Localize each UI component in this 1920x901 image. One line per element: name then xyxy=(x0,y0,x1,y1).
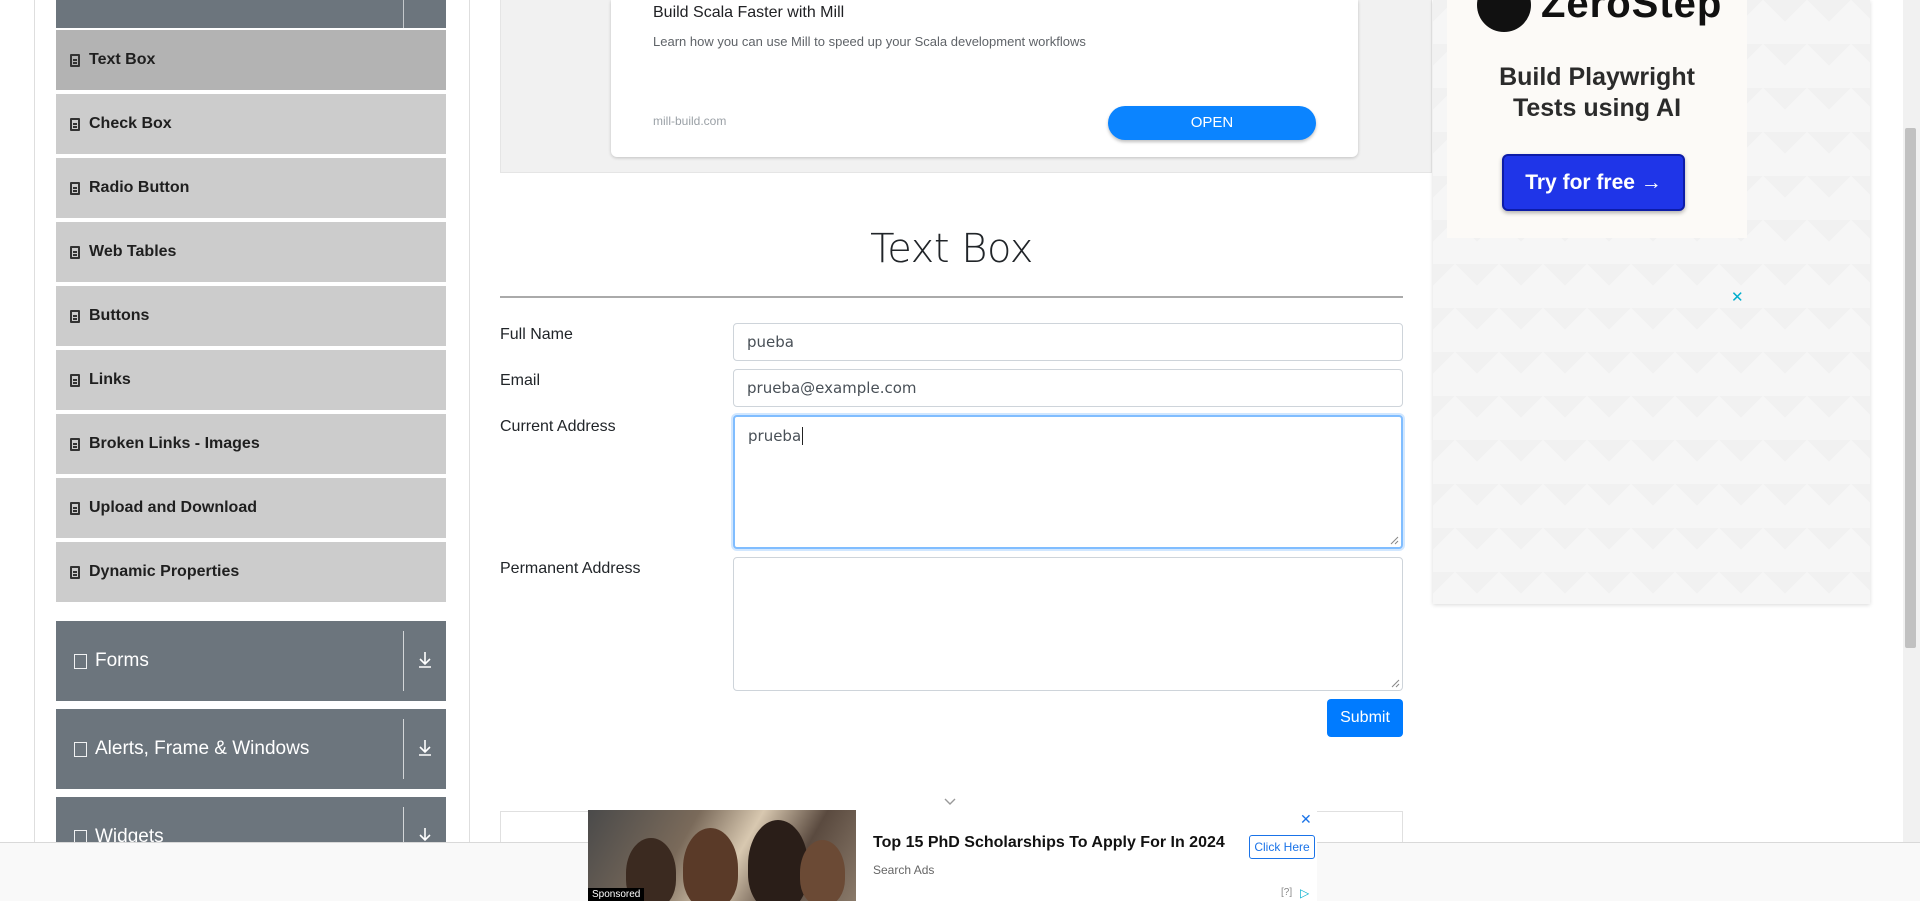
permanent-address-textarea[interactable] xyxy=(733,557,1403,691)
permanent-address-label: Permanent Address xyxy=(500,560,641,577)
sidebar-item-text-box[interactable]: Text Box xyxy=(56,30,446,92)
forms-icon xyxy=(74,653,87,669)
html-icon xyxy=(70,373,80,387)
zerostep-headline: Build Playwright Tests using AI xyxy=(1447,62,1747,124)
ad-top-card[interactable]: Build Scala Faster with Mill Learn how y… xyxy=(611,0,1358,157)
sidebar-item-label: Text Box xyxy=(89,51,156,68)
frame-divider-left xyxy=(34,0,35,842)
ad-source: Search Ads xyxy=(873,863,935,877)
email-label: Email xyxy=(500,372,541,389)
sidebar-item-label: Web Tables xyxy=(89,243,177,260)
scrollbar-thumb[interactable] xyxy=(1905,128,1916,648)
html-icon xyxy=(70,437,80,451)
close-icon[interactable]: ✕ xyxy=(1300,811,1312,828)
html-icon xyxy=(70,501,80,515)
email-input[interactable]: prueba@example.com xyxy=(733,369,1403,407)
page: Text Box Check Box Radio Button Web Tabl… xyxy=(0,0,1920,901)
sidebar-item-label: Buttons xyxy=(89,307,150,324)
ad-title[interactable]: Build Scala Faster with Mill xyxy=(653,4,844,22)
full-name-input[interactable]: pueba xyxy=(733,323,1403,361)
sponsored-badge: Sponsored xyxy=(588,888,645,901)
sidebar-item-web-tables[interactable]: Web Tables xyxy=(56,222,446,284)
html-icon xyxy=(70,245,80,259)
sidebar-item-radio-button[interactable]: Radio Button xyxy=(56,158,446,220)
resize-handle-icon[interactable] xyxy=(1389,535,1399,545)
zerostep-logo-icon xyxy=(1477,0,1531,32)
sidebar-item-label: Links xyxy=(89,371,131,388)
sponsored-ad[interactable]: Sponsored Top 15 PhD Scholarships To App… xyxy=(588,810,1317,901)
download-arrow-icon[interactable] xyxy=(414,651,436,673)
current-address-value: prueba xyxy=(748,427,802,445)
html-icon xyxy=(70,117,80,131)
zerostep-brand: ZeroStep xyxy=(1541,0,1723,26)
sidebar-item-label: Dynamic Properties xyxy=(89,563,240,580)
html-icon xyxy=(70,53,80,67)
current-address-label: Current Address xyxy=(500,418,616,435)
ad-info-link[interactable]: [?] xyxy=(1281,887,1292,898)
title-divider xyxy=(500,296,1403,298)
sidebar-item-label: Broken Links - Images xyxy=(89,435,260,452)
ad-open-button[interactable]: OPEN xyxy=(1108,106,1316,140)
window-icon xyxy=(74,741,87,757)
zerostep-headline-line2: Tests using AI xyxy=(1512,94,1682,122)
zerostep-headline-line1: Build Playwright xyxy=(1499,63,1695,91)
sidebar-item-dynamic-properties[interactable]: Dynamic Properties xyxy=(56,542,446,604)
ad-description: Learn how you can use Mill to speed up y… xyxy=(653,34,1086,49)
html-icon xyxy=(70,309,80,323)
group-header-forms[interactable]: Forms xyxy=(56,621,446,701)
adchoices-icon[interactable]: ▷ xyxy=(1300,886,1309,900)
ad-right[interactable]: ZeroStep Build Playwright Tests using AI… xyxy=(1433,0,1870,604)
sidebar-item-check-box[interactable]: Check Box xyxy=(56,94,446,156)
sidebar-item-broken-links[interactable]: Broken Links - Images xyxy=(56,414,446,476)
sidebar-item-upload-download[interactable]: Upload and Download xyxy=(56,478,446,540)
full-name-label: Full Name xyxy=(500,326,573,343)
ad-image[interactable]: Sponsored xyxy=(588,810,856,901)
page-title: Text Box xyxy=(870,226,1033,272)
download-arrow-icon[interactable] xyxy=(414,739,436,761)
group-label: Forms xyxy=(95,650,149,671)
sidebar-item-links[interactable]: Links xyxy=(56,350,446,412)
current-address-textarea[interactable]: prueba xyxy=(733,415,1403,549)
group-header-elements[interactable] xyxy=(56,0,446,28)
html-icon xyxy=(70,181,80,195)
resize-handle-icon[interactable] xyxy=(1390,678,1400,688)
try-for-free-button[interactable]: Try for free → xyxy=(1502,154,1685,211)
click-here-button[interactable]: Click Here xyxy=(1249,835,1315,859)
zerostep-ad[interactable]: ZeroStep Build Playwright Tests using AI… xyxy=(1447,0,1747,238)
close-icon[interactable]: ✕ xyxy=(1731,288,1744,306)
sidebar-item-label: Check Box xyxy=(89,115,172,132)
html-icon xyxy=(70,565,80,579)
sidebar-item-label: Upload and Download xyxy=(89,499,257,516)
sidebar-item-label: Radio Button xyxy=(89,179,190,196)
group-header-alerts[interactable]: Alerts, Frame & Windows xyxy=(56,709,446,789)
sidebar-item-buttons[interactable]: Buttons xyxy=(56,286,446,348)
group-label: Alerts, Frame & Windows xyxy=(95,738,310,759)
chevron-down-icon[interactable] xyxy=(943,795,957,809)
submit-button[interactable]: Submit xyxy=(1327,699,1403,737)
ad-headline[interactable]: Top 15 PhD Scholarships To Apply For In … xyxy=(873,834,1225,852)
ad-domain: mill-build.com xyxy=(653,114,727,128)
frame-divider-mid xyxy=(469,0,470,842)
